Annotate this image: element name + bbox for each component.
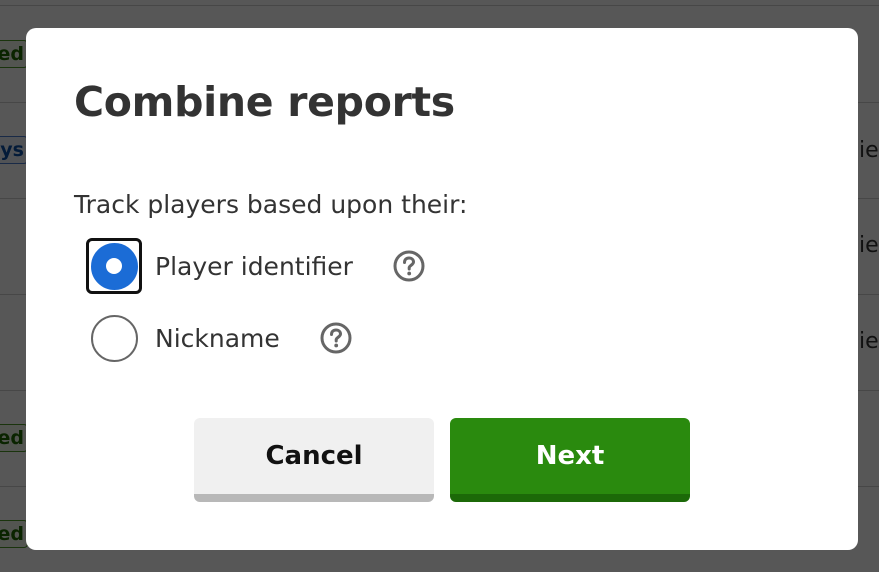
dialog-prompt: Track players based upon their: bbox=[74, 190, 468, 219]
player-identifier-radio[interactable] bbox=[90, 242, 138, 290]
radio-focus-ring bbox=[86, 238, 142, 294]
next-button[interactable]: Next bbox=[450, 418, 690, 502]
nickname-radio[interactable] bbox=[90, 314, 138, 362]
option-nickname[interactable]: Nickname bbox=[86, 310, 352, 366]
combine-reports-dialog: Combine reports Track players based upon… bbox=[26, 28, 858, 550]
radio-selected-dot bbox=[106, 258, 122, 274]
option-player-identifier[interactable]: Player identifier bbox=[86, 238, 425, 294]
dialog-title: Combine reports bbox=[74, 78, 455, 126]
help-circle-icon[interactable] bbox=[320, 322, 352, 354]
nickname-label[interactable]: Nickname bbox=[155, 324, 280, 353]
player-identifier-label[interactable]: Player identifier bbox=[155, 252, 353, 281]
help-circle-icon[interactable] bbox=[393, 250, 425, 282]
radio-wrapper bbox=[86, 310, 142, 366]
cancel-button[interactable]: Cancel bbox=[194, 418, 434, 502]
